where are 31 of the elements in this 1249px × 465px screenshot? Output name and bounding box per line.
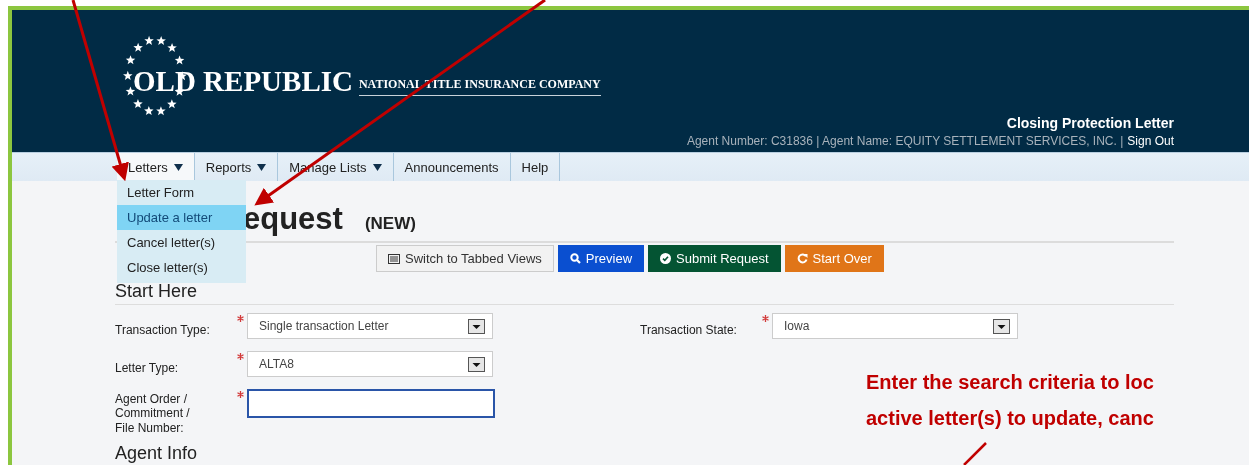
sign-out-link[interactable]: Sign Out xyxy=(1127,134,1174,148)
status-label: (NEW) xyxy=(364,214,416,234)
logo-name: OLD REPUBLIC xyxy=(133,67,353,96)
section-heading: Agent Info xyxy=(115,443,198,465)
dropdown-field[interactable]: Single transaction Letter xyxy=(247,313,493,339)
dropdown-field[interactable]: ALTA8 xyxy=(247,351,493,377)
refresh-icon xyxy=(796,253,808,264)
field-label: Transaction Type: xyxy=(115,322,211,338)
menu-item[interactable]: Letter Form xyxy=(117,180,246,205)
annotation-text: Enter the search criteria to loc active letter(s) to update, canc xyxy=(866,370,1154,431)
list-icon xyxy=(388,253,400,264)
dropdown-field[interactable]: Iowa xyxy=(772,313,1018,339)
page-title: equest xyxy=(243,203,343,234)
field-label: Transaction State: xyxy=(640,322,738,338)
search-icon xyxy=(569,253,581,264)
menu-item[interactable]: Cancel letter(s) xyxy=(117,230,246,255)
menu-item[interactable]: Update a letter xyxy=(117,205,246,230)
check-circle-icon xyxy=(660,253,672,264)
app-title: Closing Protection Letter xyxy=(1006,115,1174,131)
action-button[interactable]: Preview xyxy=(557,245,645,272)
leader-line xyxy=(963,442,987,465)
field-label: Letter Type: xyxy=(115,360,180,376)
nav-tab[interactable]: Letters xyxy=(117,153,195,181)
action-button[interactable]: Submit Request xyxy=(648,245,781,272)
menu-item[interactable]: Close letter(s) xyxy=(117,255,246,280)
nav-tab[interactable]: Announcements xyxy=(393,153,511,181)
action-button[interactable]: Switch to Tabbed Views xyxy=(376,245,554,272)
agent-info: Agent Number: C31836 | Agent Name: EQUITY SETTLEMENT SERVICES, INC. | xyxy=(686,134,1124,148)
nav-tab[interactable]: Help xyxy=(510,153,561,181)
field-label: Agent Order / Commitment / File Number: xyxy=(115,391,191,436)
input-field[interactable] xyxy=(247,389,495,418)
